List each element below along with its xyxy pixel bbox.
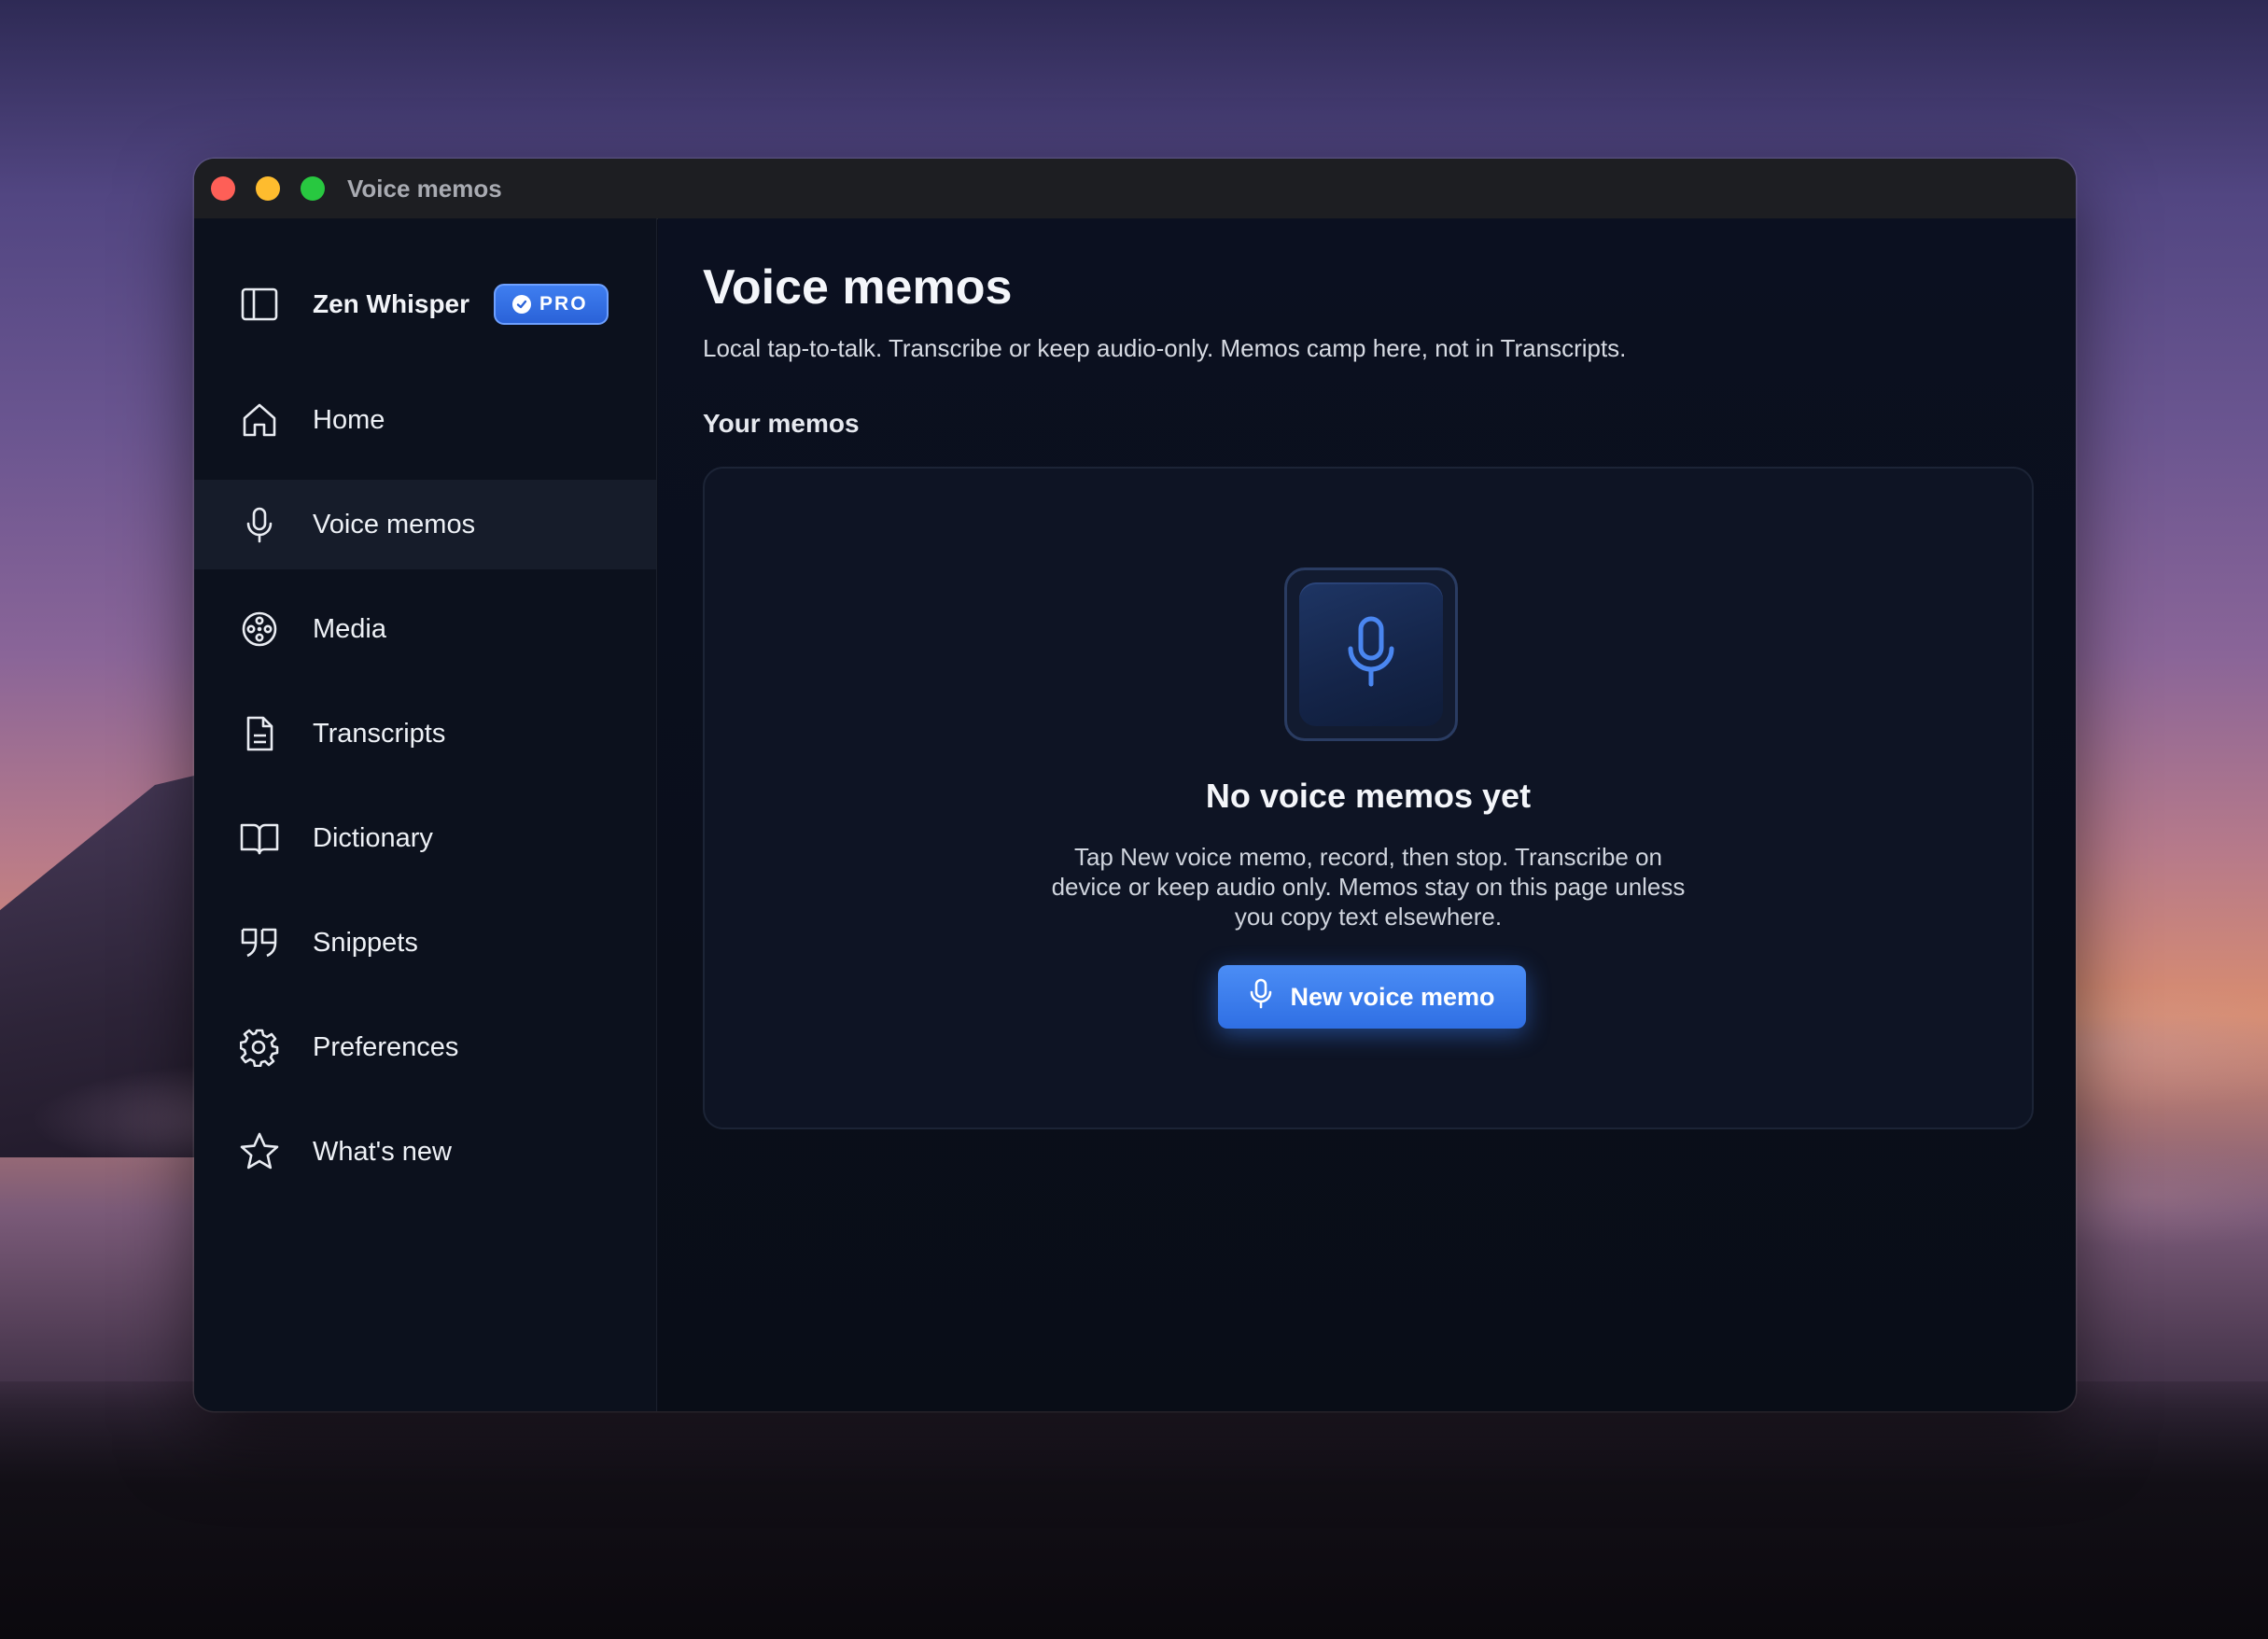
sidebar: Zen Whisper PRO Home Voice memos Media T…	[194, 218, 657, 1411]
brand-name: Zen Whisper	[313, 289, 470, 318]
app-window: Voice memos Zen Whisper PRO Home Voice m…	[194, 159, 2076, 1411]
empty-state-description: Tap New voice memo, record, then stop. T…	[1051, 843, 1686, 931]
sidebar-item-whats-new[interactable]: What's new	[194, 1107, 656, 1197]
star-icon	[239, 1131, 280, 1172]
memos-empty-card: No voice memos yet Tap New voice memo, r…	[703, 467, 2034, 1129]
close-window-button[interactable]	[211, 176, 235, 201]
document-icon	[239, 713, 280, 754]
sidebar-item-label: Voice memos	[313, 509, 476, 539]
sidebar-item-label: Dictionary	[313, 822, 433, 853]
main-content: Voice memos Local tap-to-talk. Transcrib…	[658, 218, 2076, 1411]
home-icon	[239, 399, 280, 441]
sidebar-item-label: Home	[313, 404, 385, 435]
sidebar-item-voice-memos[interactable]: Voice memos	[194, 480, 656, 569]
gear-icon	[239, 1027, 280, 1068]
microphone-icon	[1249, 978, 1273, 1016]
sidebar-toggle-icon[interactable]	[239, 284, 280, 325]
film-reel-icon	[239, 609, 280, 650]
sidebar-item-preferences[interactable]: Preferences	[194, 1002, 656, 1092]
microphone-icon	[239, 504, 280, 545]
sidebar-item-label: Preferences	[313, 1031, 459, 1062]
section-title: Your memos	[703, 409, 860, 438]
maximize-window-button[interactable]	[301, 176, 325, 201]
sidebar-item-label: Transcripts	[313, 718, 446, 749]
verified-check-icon	[512, 295, 532, 314]
title-bar: Voice memos	[194, 159, 2076, 219]
wallpaper-trees	[0, 1381, 2268, 1639]
sidebar-brand: Zen Whisper PRO	[239, 276, 609, 332]
page-subtitle: Local tap-to-talk. Transcribe or keep au…	[703, 334, 1627, 362]
page-title: Voice memos	[703, 260, 1013, 315]
microphone-icon	[1338, 613, 1404, 696]
new-voice-memo-label: New voice memo	[1290, 982, 1495, 1011]
new-voice-memo-button[interactable]: New voice memo	[1218, 965, 1526, 1029]
window-title: Voice memos	[347, 174, 502, 203]
empty-state-title: No voice memos yet	[1205, 777, 1532, 815]
empty-state-illustration	[1284, 567, 1458, 741]
sidebar-item-label: Snippets	[313, 927, 418, 958]
minimize-window-button[interactable]	[256, 176, 280, 201]
book-icon	[239, 818, 280, 859]
sidebar-item-home[interactable]: Home	[194, 375, 656, 465]
sidebar-item-dictionary[interactable]: Dictionary	[194, 793, 656, 883]
sidebar-item-transcripts[interactable]: Transcripts	[194, 689, 656, 778]
quote-icon	[239, 922, 280, 963]
sidebar-nav: Home Voice memos Media Transcripts Dicti…	[194, 375, 656, 1212]
sidebar-item-label: Media	[313, 613, 386, 644]
sidebar-item-label: What's new	[313, 1136, 452, 1167]
window-controls	[211, 176, 325, 201]
sidebar-item-media[interactable]: Media	[194, 584, 656, 674]
pro-badge-label: PRO	[539, 293, 588, 315]
sidebar-item-snippets[interactable]: Snippets	[194, 898, 656, 988]
pro-badge: PRO	[494, 284, 609, 325]
